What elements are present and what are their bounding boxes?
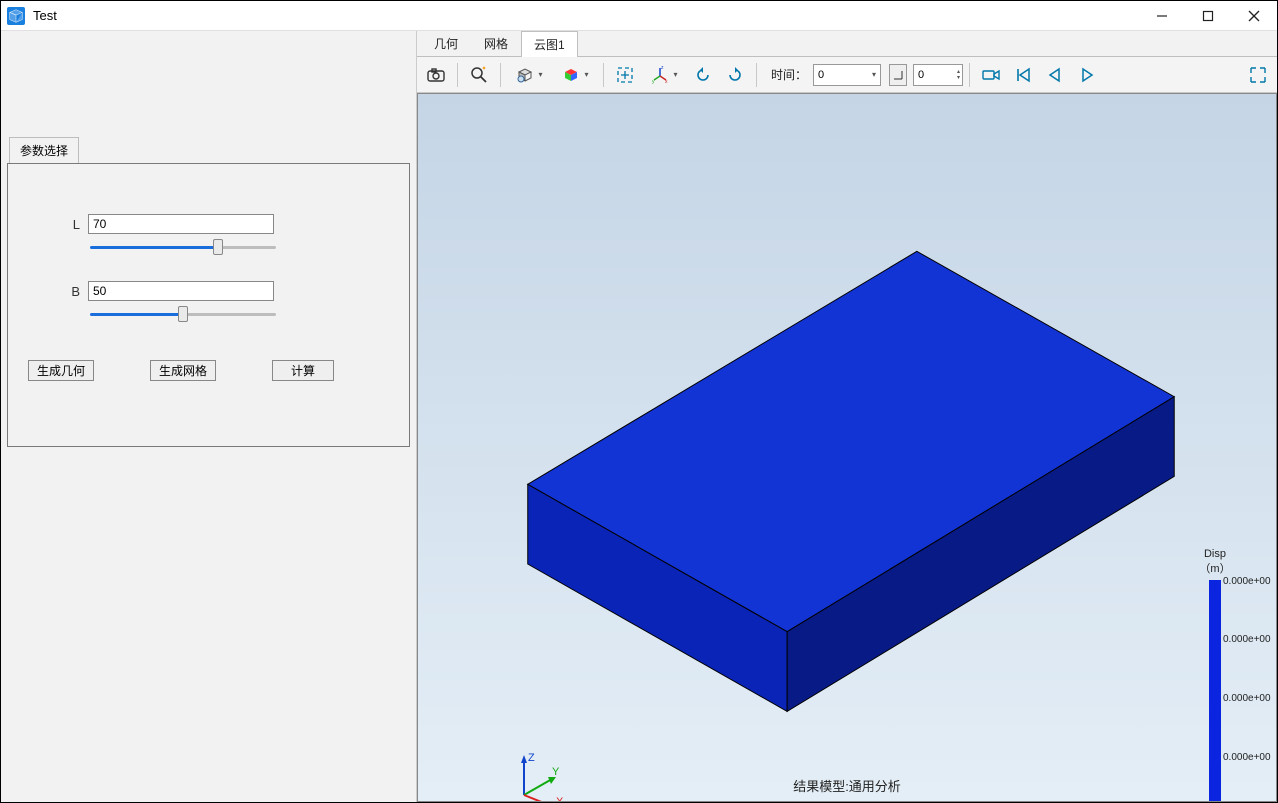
- color-legend: Disp （m） 0.000e+00 0.000e+00 0.000e+00 0…: [1170, 548, 1260, 802]
- compute-button[interactable]: 计算: [272, 360, 334, 381]
- svg-text:z: z: [661, 65, 664, 71]
- tab-geometry[interactable]: 几何: [421, 30, 471, 56]
- tab-contour1[interactable]: 云图1: [521, 31, 578, 57]
- param-slider-B[interactable]: [90, 307, 276, 321]
- legend-units: （m）: [1170, 560, 1260, 576]
- legend-tick: 0.000e+00: [1223, 752, 1277, 763]
- screenshot-button[interactable]: [421, 61, 451, 89]
- legend-tick: 0.000e+00: [1223, 576, 1277, 587]
- title-bar: Test: [1, 1, 1277, 31]
- param-input-L[interactable]: [88, 214, 274, 234]
- record-button[interactable]: [976, 61, 1006, 89]
- generate-geometry-button[interactable]: 生成几何: [28, 360, 94, 381]
- param-label-L: L: [28, 217, 88, 232]
- fit-view-button[interactable]: [610, 61, 640, 89]
- window-close-button[interactable]: [1231, 1, 1277, 30]
- colormap-dropdown[interactable]: [553, 61, 597, 89]
- main-tabs: 几何 网格 云图1: [417, 31, 1277, 57]
- param-panel: L B 生成几何 生成网格 计算: [7, 163, 410, 447]
- window-maximize-button[interactable]: [1185, 1, 1231, 30]
- app-icon: [7, 7, 25, 25]
- step-last-button[interactable]: [889, 64, 907, 86]
- legend-tick: 0.000e+00: [1223, 634, 1277, 645]
- window-minimize-button[interactable]: [1139, 1, 1185, 30]
- sidebar-tab-params[interactable]: 参数选择: [9, 137, 79, 163]
- play-button[interactable]: [1072, 61, 1102, 89]
- axis-view-dropdown[interactable]: zxy: [642, 61, 686, 89]
- window-title: Test: [33, 8, 57, 23]
- rotate-cw-button[interactable]: [720, 61, 750, 89]
- viewport-3d[interactable]: Z Y X Disp （m） 0.000e+00 0.000e+00 0.000…: [417, 93, 1277, 802]
- svg-text:X: X: [556, 796, 564, 802]
- svg-text:x: x: [665, 79, 668, 85]
- sidebar: 参数选择 L B 生成几何 生成网格 计算: [1, 31, 417, 802]
- time-label: 时间：: [771, 66, 807, 83]
- zoom-button[interactable]: [464, 61, 494, 89]
- time-combo[interactable]: 0: [813, 64, 881, 86]
- legend-tick: 0.000e+00: [1223, 693, 1277, 704]
- step-spin[interactable]: 0: [913, 64, 963, 86]
- step-back-button[interactable]: [1040, 61, 1070, 89]
- goto-first-button[interactable]: [1008, 61, 1038, 89]
- render-style-dropdown[interactable]: [507, 61, 551, 89]
- legend-title: Disp: [1170, 548, 1260, 560]
- param-slider-L[interactable]: [90, 240, 276, 254]
- tab-mesh[interactable]: 网格: [471, 30, 521, 56]
- param-input-B[interactable]: [88, 281, 274, 301]
- viewport-caption: 结果模型:通用分析: [793, 776, 901, 795]
- main-area: 几何 网格 云图1 zxy: [417, 31, 1277, 802]
- svg-text:Y: Y: [552, 766, 560, 778]
- goto-last-button[interactable]: [1243, 61, 1273, 89]
- generate-mesh-button[interactable]: 生成网格: [150, 360, 216, 381]
- rotate-ccw-button[interactable]: [688, 61, 718, 89]
- viewport-toolbar: zxy 时间： 0 0: [417, 57, 1277, 93]
- param-label-B: B: [28, 284, 88, 299]
- svg-text:Z: Z: [528, 752, 535, 764]
